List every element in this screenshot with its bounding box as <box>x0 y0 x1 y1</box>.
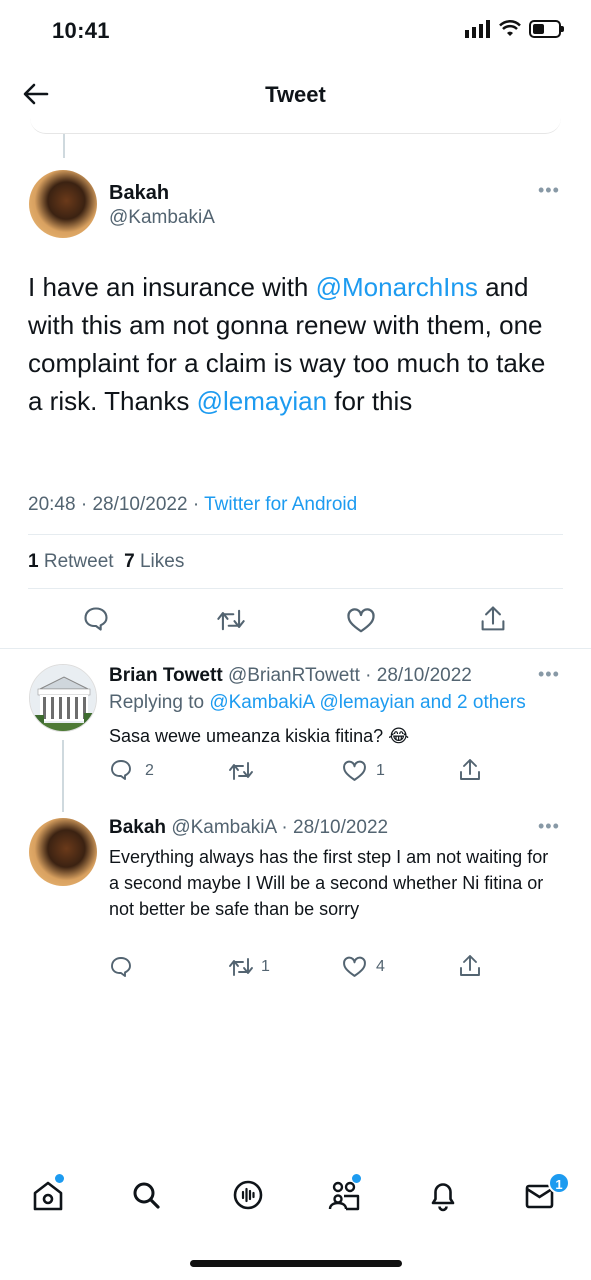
tweet-meta: 20:48 · 28/10/2022 · Twitter for Android <box>28 494 357 516</box>
spaces-icon <box>233 1180 263 1210</box>
divider <box>28 534 563 535</box>
battery-icon <box>529 20 564 38</box>
replying-to-prefix: Replying to <box>109 692 205 713</box>
reply-header: Bakah @KambakiA · 28/10/2022 <box>109 817 388 839</box>
reply-icon[interactable] <box>109 955 133 979</box>
tab-spaces[interactable] <box>230 1177 266 1213</box>
likes-label: Likes <box>139 551 185 572</box>
tab-search[interactable] <box>128 1177 164 1213</box>
tweet-date: 28/10/2022 <box>92 494 188 515</box>
engagement-counts: 1 Retweet 7 Likes <box>28 551 184 573</box>
likes-stat[interactable]: 7 Likes <box>124 551 184 572</box>
share-icon[interactable] <box>458 757 482 783</box>
retweet-icon[interactable] <box>228 955 254 979</box>
search-icon <box>133 1182 160 1209</box>
avatar[interactable] <box>29 818 97 886</box>
replying-to: Replying to @KambakiA @lemayian and 2 ot… <box>109 692 526 714</box>
reply-author-name[interactable]: Bakah <box>109 817 166 838</box>
divider <box>28 588 563 589</box>
reply-author-name[interactable]: Brian Towett <box>109 665 223 686</box>
house-avatar-image <box>30 665 96 731</box>
reply-icon[interactable] <box>82 605 110 633</box>
like-icon[interactable] <box>342 955 367 978</box>
reply-text: Everything always has the first step I a… <box>109 847 549 919</box>
page-title: Tweet <box>265 82 326 107</box>
tweet-text: I have an insurance with @MonarchIns and… <box>28 268 548 420</box>
retweets-stat[interactable]: 1 Retweet <box>28 551 114 572</box>
reply-handle-date: @KambakiA · 28/10/2022 <box>171 817 389 838</box>
bell-icon <box>431 1183 455 1212</box>
messages-badge: 1 <box>548 1172 570 1194</box>
thread-connector <box>63 134 65 158</box>
thread-connector <box>62 740 64 812</box>
avatar[interactable] <box>29 170 97 238</box>
reply-text: Sasa wewe umeanza kiskia fitina? 😂 <box>109 726 410 746</box>
tweet-text-part: for this <box>327 386 413 416</box>
divider <box>0 648 591 649</box>
tab-notifications[interactable] <box>425 1177 461 1213</box>
retweets-count: 1 <box>28 551 39 572</box>
like-icon[interactable] <box>346 606 376 634</box>
reply-handle-date: @BrianRTowett · 28/10/2022 <box>227 665 472 686</box>
reply-header: Brian Towett @BrianRTowett · 28/10/2022 <box>109 665 472 687</box>
like-icon[interactable] <box>342 759 367 782</box>
more-options-icon[interactable]: ••• <box>538 664 560 685</box>
more-options-icon[interactable]: ••• <box>538 816 560 837</box>
share-icon[interactable] <box>479 604 507 634</box>
wifi-icon <box>499 20 521 36</box>
like-count: 1 <box>376 762 385 779</box>
status-time: 10:41 <box>52 18 110 43</box>
likes-count: 7 <box>124 551 135 572</box>
communities-notification-dot <box>352 1174 361 1183</box>
header-divider <box>30 118 561 134</box>
retweet-icon[interactable] <box>228 759 254 783</box>
meta-separator: · <box>192 494 200 515</box>
tweet-time: 20:48 <box>28 494 76 515</box>
share-icon[interactable] <box>458 953 482 979</box>
retweet-count: 1 <box>261 958 270 975</box>
retweet-icon[interactable] <box>216 606 246 634</box>
author-name[interactable]: Bakah <box>109 182 169 205</box>
home-notification-dot <box>55 1174 64 1183</box>
author-handle[interactable]: @KambakiA <box>109 207 215 229</box>
meta-separator: · <box>80 494 88 515</box>
home-indicator <box>190 1260 402 1267</box>
tweet-text-part: I have an insurance with <box>28 272 316 302</box>
mention-link[interactable]: @lemayian <box>197 386 327 416</box>
reply-icon[interactable] <box>109 758 133 782</box>
reply-count: 2 <box>145 762 154 779</box>
replying-to-link[interactable]: @KambakiA @lemayian and 2 others <box>209 692 525 713</box>
mention-link[interactable]: @MonarchIns <box>316 272 478 302</box>
tweet-source-link[interactable]: Twitter for Android <box>204 494 357 515</box>
like-count: 4 <box>376 958 385 975</box>
more-options-icon[interactable]: ••• <box>538 180 560 201</box>
status-icons <box>465 20 564 38</box>
avatar[interactable] <box>29 664 97 732</box>
cellular-signal-icon <box>465 20 490 38</box>
retweets-label: Retweet <box>43 551 114 572</box>
